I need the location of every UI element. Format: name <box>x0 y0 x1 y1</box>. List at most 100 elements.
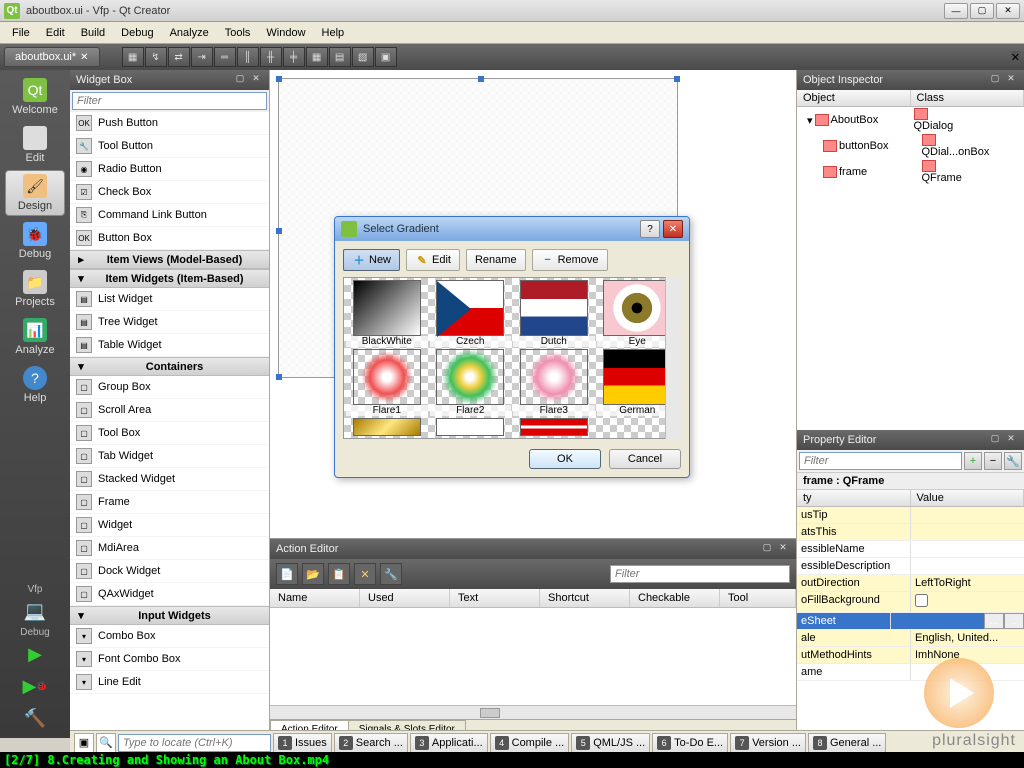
locator-search-icon[interactable]: 🔍 <box>96 733 116 753</box>
widget-item[interactable]: ▾Line Edit <box>70 671 269 694</box>
build-target-icon[interactable]: 💻 <box>19 597 51 625</box>
minimize-button[interactable]: — <box>944 3 968 19</box>
mode-welcome[interactable]: QtWelcome <box>5 74 65 120</box>
panel-float-icon[interactable]: ▢ <box>233 73 247 87</box>
widget-item[interactable]: ▢Stacked Widget <box>70 468 269 491</box>
mode-edit[interactable]: ✎Edit <box>5 122 65 168</box>
object-inspector-tree[interactable]: ObjectClass ▾AboutBox QDialogbuttonBox Q… <box>797 90 1024 430</box>
build-button[interactable]: 🔨 <box>19 704 51 732</box>
gradient-grid[interactable]: BlackWhiteCzechDutchEyeFlare1Flare2Flare… <box>343 277 681 439</box>
property-row[interactable]: atsThis <box>797 524 1024 541</box>
menu-build[interactable]: Build <box>73 25 113 41</box>
widget-item[interactable]: ☑Check Box <box>70 181 269 204</box>
tool-layout-vsplit[interactable]: ╪ <box>283 47 305 67</box>
mode-design[interactable]: 🖌Design <box>5 170 65 216</box>
action-new-icon[interactable]: 📄 <box>276 563 298 585</box>
mode-analyze[interactable]: 📊Analyze <box>5 314 65 360</box>
menu-window[interactable]: Window <box>258 25 313 41</box>
output-pane-toggle-icon[interactable]: ▣ <box>74 733 94 753</box>
action-editor-body[interactable] <box>270 608 796 705</box>
property-row[interactable]: eSheet..... <box>797 613 1024 630</box>
tool-break-layout[interactable]: ▧ <box>352 47 374 67</box>
output-tab[interactable]: 3Applicati... <box>410 733 488 753</box>
action-delete-icon[interactable]: ✕ <box>354 563 376 585</box>
widget-item[interactable]: ▢Widget <box>70 514 269 537</box>
object-row[interactable]: buttonBox QDial...onBox <box>797 133 1024 159</box>
widget-item[interactable]: ▢QAxWidget <box>70 583 269 606</box>
output-tab[interactable]: 7Version ... <box>730 733 806 753</box>
panel-float-icon[interactable]: ▢ <box>988 73 1002 87</box>
property-edit-button[interactable]: ... <box>984 613 1004 629</box>
menu-tools[interactable]: Tools <box>217 25 259 41</box>
output-tab[interactable]: 1Issues <box>273 733 332 753</box>
output-tab[interactable]: 6To-Do E... <box>652 733 728 753</box>
property-row[interactable]: essibleDescription <box>797 558 1024 575</box>
widget-item[interactable]: ⎘Command Link Button <box>70 204 269 227</box>
menu-debug[interactable]: Debug <box>113 25 161 41</box>
mode-debug[interactable]: 🐞Debug <box>5 218 65 264</box>
debug-run-button[interactable]: ▶🐞 <box>19 672 51 700</box>
object-row[interactable]: ▾AboutBox QDialog <box>797 107 1024 133</box>
gradient-swatch[interactable] <box>513 418 595 436</box>
tool-layout-v[interactable]: ║ <box>237 47 259 67</box>
property-row[interactable]: oFillBackground <box>797 592 1024 613</box>
gradient-swatch[interactable]: Flare2 <box>430 349 512 416</box>
dialog-close-button[interactable]: ✕ <box>663 220 683 238</box>
panel-close-icon[interactable]: ✕ <box>1004 433 1018 447</box>
tool-edit-tab-order[interactable]: ⇥ <box>191 47 213 67</box>
action-copy-icon[interactable]: 📋 <box>328 563 350 585</box>
property-row[interactable]: utMethodHintsImhNone <box>797 647 1024 664</box>
maximize-button[interactable]: ▢ <box>970 3 994 19</box>
tool-layout-form[interactable]: ▤ <box>329 47 351 67</box>
output-tab[interactable]: 4Compile ... <box>490 733 570 753</box>
widget-item[interactable]: ▤Tree Widget <box>70 311 269 334</box>
property-row[interactable]: essibleName <box>797 541 1024 558</box>
tool-adjust-size[interactable]: ▣ <box>375 47 397 67</box>
output-tab[interactable]: 5QML/JS ... <box>571 733 650 753</box>
widget-item[interactable]: ▢Frame <box>70 491 269 514</box>
widget-item[interactable]: ▢MdiArea <box>70 537 269 560</box>
tool-layout-grid[interactable]: ▦ <box>306 47 328 67</box>
panel-float-icon[interactable]: ▢ <box>760 542 774 556</box>
tool-edit-widgets[interactable]: ▦ <box>122 47 144 67</box>
gradient-scroll[interactable] <box>665 277 681 439</box>
action-editor-filter[interactable] <box>610 565 790 583</box>
gradient-swatch[interactable]: Flare1 <box>346 349 428 416</box>
dialog-help-button[interactable]: ? <box>640 220 660 238</box>
widget-item[interactable]: ▢Dock Widget <box>70 560 269 583</box>
menu-file[interactable]: File <box>4 25 38 41</box>
widget-category[interactable]: ▾Input Widgets <box>70 606 269 625</box>
scrollbar-h[interactable] <box>270 705 796 719</box>
property-row[interactable]: outDirectionLeftToRight <box>797 575 1024 592</box>
panel-close-icon[interactable]: ✕ <box>249 73 263 87</box>
run-button[interactable]: ▶ <box>19 640 51 668</box>
gradient-rename-button[interactable]: Rename <box>466 249 526 271</box>
tool-layout-h[interactable]: ═ <box>214 47 236 67</box>
mode-help[interactable]: ?Help <box>5 362 65 408</box>
widget-box-filter[interactable] <box>72 92 267 110</box>
gradient-swatch[interactable]: Dutch <box>513 280 595 347</box>
widget-item[interactable]: ▢Tab Widget <box>70 445 269 468</box>
widget-item[interactable]: 🔧Tool Button <box>70 135 269 158</box>
menu-help[interactable]: Help <box>314 25 353 41</box>
property-remove-icon[interactable]: − <box>984 452 1002 470</box>
widget-category[interactable]: ▾Item Widgets (Item-Based) <box>70 269 269 288</box>
panel-close-icon[interactable]: ✕ <box>776 542 790 556</box>
gradient-remove-button[interactable]: −Remove <box>532 249 608 271</box>
panel-close-icon[interactable]: ✕ <box>1004 73 1018 87</box>
widget-item[interactable]: ▢Group Box <box>70 376 269 399</box>
action-open-icon[interactable]: 📂 <box>302 563 324 585</box>
gradient-swatch[interactable]: BlackWhite <box>346 280 428 347</box>
open-file-tab[interactable]: aboutbox.ui* ✕ <box>4 47 100 67</box>
gradient-swatch[interactable]: Flare3 <box>513 349 595 416</box>
property-more-button[interactable]: .. <box>1004 613 1024 629</box>
widget-item[interactable]: ▤List Widget <box>70 288 269 311</box>
widget-item[interactable]: ▢Tool Box <box>70 422 269 445</box>
gradient-swatch[interactable] <box>346 418 428 436</box>
widget-item[interactable]: OKButton Box <box>70 227 269 250</box>
widget-item[interactable]: ▾Combo Box <box>70 625 269 648</box>
tool-layout-hsplit[interactable]: ╫ <box>260 47 282 67</box>
property-filter[interactable] <box>799 452 962 470</box>
gradient-swatch[interactable]: Czech <box>430 280 512 347</box>
mode-projects[interactable]: 📁Projects <box>5 266 65 312</box>
